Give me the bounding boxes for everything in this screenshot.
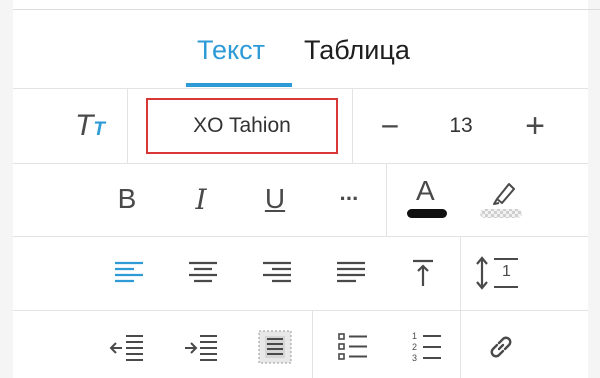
divider [127, 89, 128, 163]
panel-top-edge [13, 9, 600, 10]
divider [460, 311, 461, 378]
tab-table[interactable]: Таблица [304, 32, 410, 68]
outdent-icon [109, 335, 143, 361]
outdent-button[interactable] [104, 324, 150, 370]
underline-icon: U [264, 183, 286, 214]
more-format-button[interactable]: ··· [328, 176, 370, 222]
line-spacing-value: 1 [502, 263, 511, 280]
decrease-font-size-button[interactable]: − [368, 104, 412, 148]
panel-right-shade [588, 0, 600, 378]
font-name-value: XO Tahion [193, 114, 291, 137]
align-left-button[interactable] [108, 250, 150, 296]
plus-icon: + [525, 106, 545, 145]
bulleted-list-icon [338, 333, 367, 360]
indent-icon [185, 335, 217, 361]
align-center-button[interactable] [182, 250, 224, 296]
panel-left-shade [0, 0, 13, 378]
font-size-button[interactable]: TT [60, 100, 120, 152]
bold-icon: B [117, 183, 137, 214]
align-justify-button[interactable] [330, 250, 372, 296]
font-size-value: 13 [436, 104, 486, 148]
line-spacing-icon: 1 [474, 253, 522, 293]
text-color-button[interactable]: A [400, 172, 450, 224]
italic-button[interactable]: I [180, 176, 222, 222]
font-name-selector[interactable]: XO Tahion [146, 98, 338, 154]
insert-link-button[interactable] [478, 324, 524, 370]
text-color-swatch [407, 209, 447, 218]
vertical-align-top-icon [413, 259, 433, 286]
active-tab-indicator [186, 83, 292, 87]
numbered-list-button[interactable]: 1 2 3 [404, 324, 450, 370]
divider [13, 163, 588, 164]
divider [13, 236, 588, 237]
font-size-icon: TT [75, 109, 105, 142]
underline-button[interactable]: U [254, 176, 296, 222]
align-center-icon [189, 261, 217, 283]
text-color-icon: A [403, 176, 447, 220]
align-right-icon [263, 261, 291, 283]
vertical-align-top-button[interactable] [402, 250, 444, 296]
divider [13, 310, 588, 311]
divider [386, 164, 387, 236]
align-left-icon [115, 261, 143, 283]
bulleted-list-button[interactable] [330, 324, 376, 370]
more-icon: ··· [339, 186, 360, 211]
bold-button[interactable]: B [106, 176, 148, 222]
divider [13, 88, 588, 89]
divider [460, 237, 461, 310]
font-size-number: 13 [449, 114, 473, 137]
align-justify-icon [337, 261, 365, 283]
text-wrap-button[interactable] [252, 324, 298, 370]
highlight-color-button[interactable] [474, 172, 528, 224]
italic-icon: I [195, 182, 207, 216]
divider [312, 311, 313, 378]
text-color-letter: A [416, 175, 435, 206]
minus-icon: − [380, 107, 400, 144]
divider [352, 89, 353, 163]
tab-text[interactable]: Текст [197, 32, 265, 68]
indent-button[interactable] [178, 324, 224, 370]
line-spacing-button[interactable]: 1 [470, 248, 526, 298]
increase-font-size-button[interactable]: + [512, 104, 558, 148]
highlighter-icon [480, 183, 522, 218]
link-icon [490, 336, 512, 358]
numbered-list-icon: 1 2 3 [410, 330, 444, 364]
formatting-panel: Текст Таблица TT XO Tahion − 13 + B I U … [0, 0, 600, 378]
text-wrap-icon [258, 330, 292, 364]
align-right-button[interactable] [256, 250, 298, 296]
